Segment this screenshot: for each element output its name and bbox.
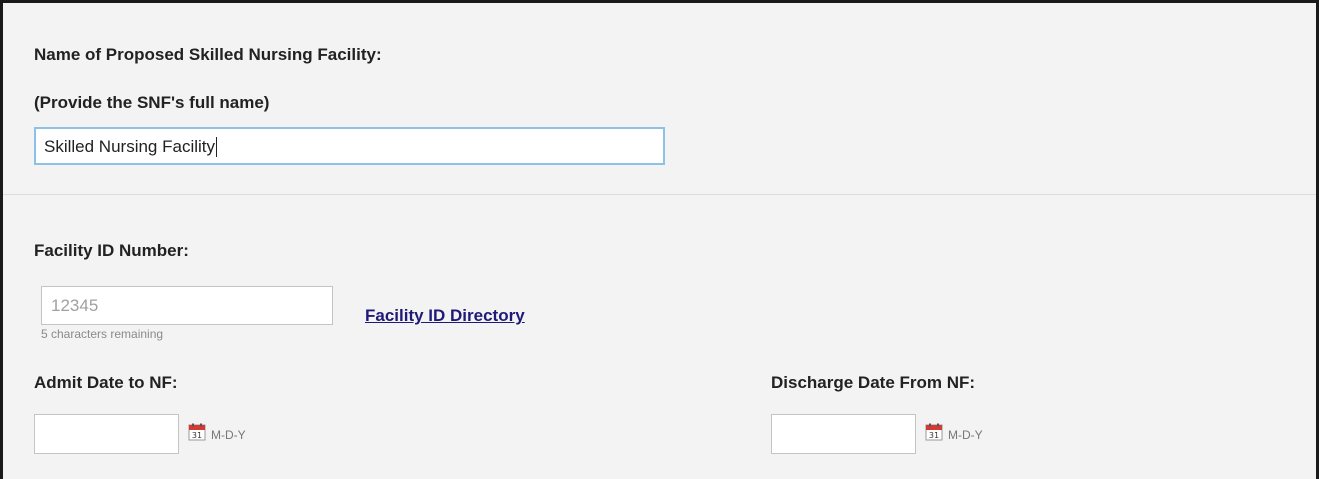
discharge-date-format: M-D-Y [948,428,983,442]
discharge-date-input[interactable] [771,414,916,454]
facility-name-sublabel: (Provide the SNF's full name) [34,93,270,112]
admit-calendar-day: 31 [192,431,202,440]
text-caret [216,136,217,157]
discharge-calendar-day: 31 [929,431,939,440]
calendar-icon[interactable]: 31 [925,423,943,441]
facility-id-input[interactable]: 12345 [41,286,333,325]
admit-date-format: M-D-Y [211,428,246,442]
admit-date-label: Admit Date to NF: [34,373,178,392]
facility-name-value: Skilled Nursing Facility [44,136,215,156]
facility-id-directory-link[interactable]: Facility ID Directory [365,306,525,326]
facility-id-placeholder: 12345 [51,296,99,315]
form-panel: Name of Proposed Skilled Nursing Facilit… [0,0,1319,479]
facility-id-label: Facility ID Number: [34,241,189,260]
admit-date-input[interactable] [34,414,179,454]
facility-name-section: Name of Proposed Skilled Nursing Facilit… [3,3,1316,195]
characters-remaining-hint: 5 characters remaining [41,327,164,341]
facility-name-label: Name of Proposed Skilled Nursing Facilit… [34,45,382,64]
facility-name-input[interactable]: Skilled Nursing Facility [34,127,665,165]
discharge-date-label: Discharge Date From NF: [771,373,976,392]
calendar-icon[interactable]: 31 [188,423,206,441]
